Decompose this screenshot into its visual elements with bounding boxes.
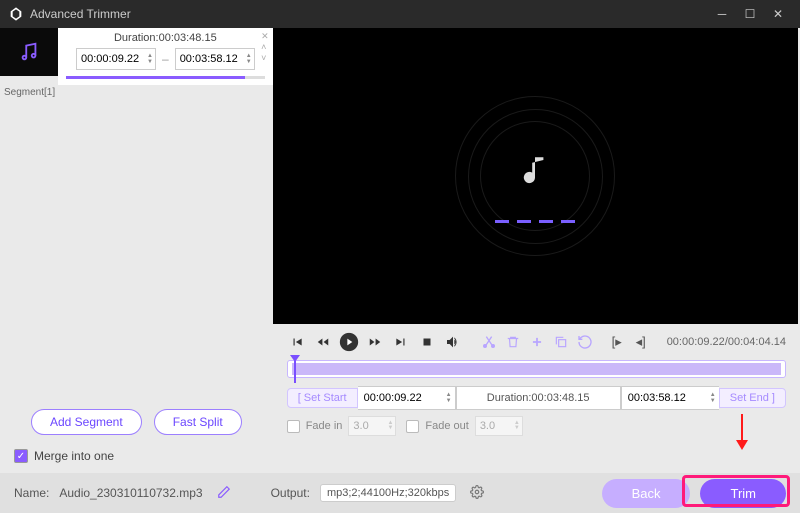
stepper-down-icon[interactable]: ▼ — [710, 398, 716, 404]
mark-in-icon[interactable]: [▸ — [607, 332, 627, 352]
edit-name-icon[interactable] — [217, 485, 231, 502]
mark-out-icon[interactable]: ◂] — [631, 332, 651, 352]
main-panel: [▸ ◂] 00:00:09.22/00:04:04.14 [ Set Star… — [273, 28, 800, 473]
segment-end-input[interactable]: 00:03:58.12 ▲▼ — [175, 48, 255, 70]
titlebar: Advanced Trimmer ─ ☐ ✕ — [0, 0, 800, 28]
segment-movedown-icon[interactable]: ˅ — [261, 54, 269, 63]
range-dash: – — [162, 52, 169, 66]
segment-label: Segment[1] — [0, 85, 273, 100]
trim-start-input[interactable]: 00:00:09.22 ▲▼ — [358, 386, 456, 410]
window-title: Advanced Trimmer — [30, 7, 131, 21]
merge-label: Merge into one — [34, 449, 114, 463]
delete-icon[interactable] — [503, 332, 523, 352]
fade-out-checkbox[interactable] — [406, 420, 419, 433]
playhead-handle[interactable] — [290, 355, 300, 362]
timeline[interactable] — [287, 360, 786, 378]
set-start-button[interactable]: [ Set Start — [287, 388, 358, 408]
segment-remove-icon[interactable]: ✕ — [261, 32, 269, 41]
step-forward-icon[interactable] — [365, 332, 385, 352]
stop-icon[interactable] — [417, 332, 437, 352]
play-icon[interactable] — [339, 332, 359, 352]
preview-area — [273, 28, 798, 324]
trim-button[interactable]: Trim — [700, 479, 786, 508]
goto-end-icon[interactable] — [391, 332, 411, 352]
fade-in-input[interactable]: 3.0 ▲▼ — [348, 416, 396, 436]
add-icon[interactable] — [527, 332, 547, 352]
segments-sidebar: Duration:00:03:48.15 00:00:09.22 ▲▼ – 00… — [0, 28, 273, 473]
music-note-icon — [518, 153, 552, 200]
segment-row[interactable]: Duration:00:03:48.15 00:00:09.22 ▲▼ – 00… — [0, 28, 273, 85]
goto-start-icon[interactable] — [287, 332, 307, 352]
output-settings-icon[interactable] — [470, 485, 484, 502]
fade-out-label: Fade out — [425, 420, 468, 432]
back-button[interactable]: Back — [602, 479, 691, 508]
fade-in-checkbox[interactable] — [287, 420, 300, 433]
segment-thumbnail — [0, 28, 58, 76]
time-readout: 00:00:09.22/00:04:04.14 — [667, 336, 786, 348]
name-label: Name: — [14, 486, 49, 500]
copy-icon[interactable] — [551, 332, 571, 352]
stepper-down-icon[interactable]: ▼ — [147, 59, 153, 65]
cut-icon[interactable] — [479, 332, 499, 352]
step-back-icon[interactable] — [313, 332, 333, 352]
close-button[interactable]: ✕ — [764, 4, 792, 24]
footer-bar: Name: Audio_230310110732.mp3 Output: mp3… — [0, 473, 800, 513]
fast-split-button[interactable]: Fast Split — [154, 409, 242, 435]
app-logo-icon — [8, 6, 24, 22]
trim-end-input[interactable]: 00:03:58.12 ▲▼ — [621, 386, 719, 410]
set-end-button[interactable]: Set End ] — [719, 388, 786, 408]
fade-in-label: Fade in — [306, 420, 343, 432]
segment-progress-bar — [66, 76, 265, 79]
volume-icon[interactable] — [443, 332, 463, 352]
playback-controls: [▸ ◂] 00:00:09.22/00:04:04.14 — [273, 324, 800, 356]
audio-wave-icon — [495, 220, 575, 223]
fade-out-input[interactable]: 3.0 ▲▼ — [475, 416, 523, 436]
stepper-down-icon[interactable]: ▼ — [246, 59, 252, 65]
minimize-button[interactable]: ─ — [708, 4, 736, 24]
maximize-button[interactable]: ☐ — [736, 4, 764, 24]
segment-duration-label: Duration:00:03:48.15 — [66, 32, 265, 44]
segment-start-input[interactable]: 00:00:09.22 ▲▼ — [76, 48, 156, 70]
output-value: mp3;2;44100Hz;320kbps — [320, 484, 456, 502]
name-value: Audio_230310110732.mp3 — [59, 486, 202, 500]
add-segment-button[interactable]: Add Segment — [31, 409, 142, 435]
merge-checkbox[interactable]: ✓ — [14, 449, 28, 463]
trim-duration-display: Duration:00:03:48.15 — [456, 386, 621, 410]
undo-icon[interactable] — [575, 332, 595, 352]
stepper-down-icon[interactable]: ▼ — [446, 398, 452, 404]
output-label: Output: — [271, 486, 310, 500]
segment-moveup-icon[interactable]: ˄ — [261, 43, 269, 52]
